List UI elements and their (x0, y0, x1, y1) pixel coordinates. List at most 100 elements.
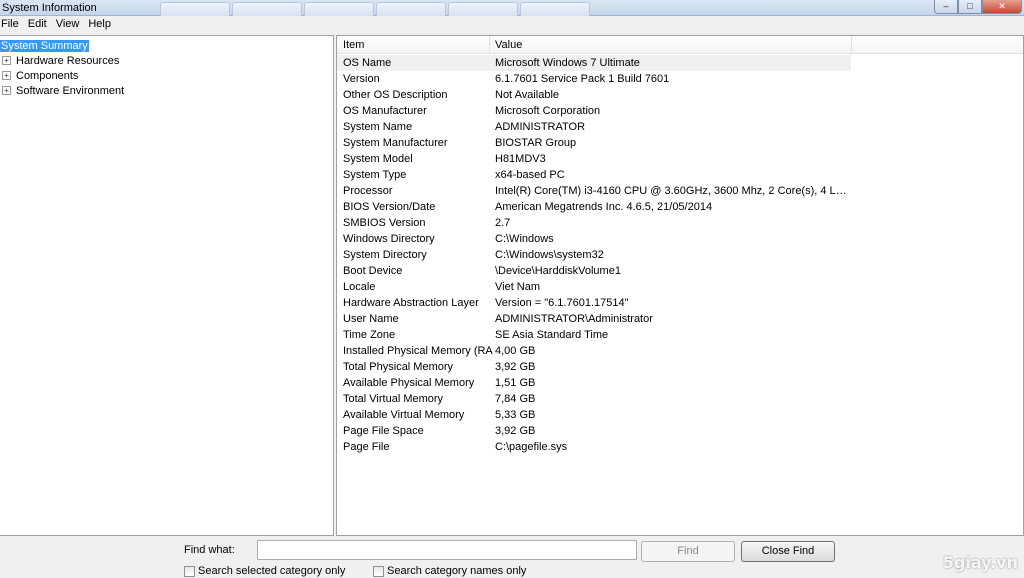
row-value: \Device\HarddiskVolume1 (495, 265, 621, 277)
row-value: BIOSTAR Group (495, 137, 577, 149)
table-row[interactable]: Page File C:\pagefile.sys (337, 439, 851, 455)
row-item: BIOS Version/Date (343, 201, 436, 213)
table-row[interactable]: OS Name Microsoft Windows 7 Ultimate (337, 55, 851, 71)
watermark-logo: 5giay.vn (942, 553, 1018, 572)
background-tab (448, 2, 518, 16)
find-button[interactable]: Find (641, 541, 735, 562)
find-label: Find what: (184, 544, 235, 556)
tree-item-label: Hardware Resources (16, 54, 120, 67)
row-item: Available Virtual Memory (343, 409, 465, 421)
menu-bar: File Edit View Help (0, 16, 1024, 34)
row-item: Other OS Description (343, 89, 448, 101)
table-row[interactable]: System Manufacturer BIOSTAR Group (337, 135, 851, 151)
table-row[interactable]: Total Physical Memory 3,92 GB (337, 359, 851, 375)
row-item: OS Manufacturer (343, 105, 427, 117)
row-value: C:\pagefile.sys (495, 441, 568, 453)
table-row[interactable]: BIOS Version/Date American Megatrends Inc… (337, 199, 851, 215)
row-value: Microsoft Windows 7 Ultimate (495, 57, 640, 69)
background-tab (376, 2, 446, 16)
background-taskbar-tabs (160, 0, 592, 16)
row-item: Processor (343, 185, 393, 197)
tree-item-label: Software Environment (16, 84, 125, 97)
expand-icon[interactable]: + (2, 56, 11, 65)
table-row[interactable]: User Name ADMINISTRATOR\Administrator (337, 311, 851, 327)
minimize-button[interactable]: – (934, 0, 958, 14)
table-row[interactable]: System Model H81MDV3 (337, 151, 851, 167)
table-row[interactable]: Total Virtual Memory 7,84 GB (337, 391, 851, 407)
tree-item-software-environment[interactable]: + Software Environment (2, 83, 124, 98)
table-row[interactable]: OS Manufacturer Microsoft Corporation (337, 103, 851, 119)
checkbox-box[interactable] (373, 565, 384, 577)
row-item: User Name (343, 313, 399, 325)
category-tree[interactable]: System Summary + Hardware Resources + Co… (0, 35, 334, 536)
menu-help[interactable]: Help (87, 16, 115, 34)
tree-item-hardware-resources[interactable]: + Hardware Resources (2, 53, 119, 68)
row-item: System Directory (343, 249, 427, 261)
maximize-button[interactable]: □ (958, 0, 982, 14)
table-row[interactable]: Processor Intel(R) Core(TM) i3-4160 CPU @… (337, 183, 851, 199)
background-tab (520, 2, 590, 16)
checkbox-box[interactable] (184, 565, 195, 577)
background-tab (304, 2, 374, 16)
table-row[interactable]: Windows Directory C:\Windows (337, 231, 851, 247)
menu-edit[interactable]: Edit (27, 16, 51, 34)
table-row[interactable]: Available Physical Memory 1,51 GB (337, 375, 851, 391)
row-item: Hardware Abstraction Layer (343, 297, 479, 309)
details-list[interactable]: Item Value OS Name Microsoft Windows 7 Ul… (336, 35, 1024, 536)
search-selected-category-checkbox[interactable]: Search selected category only (184, 565, 345, 577)
find-bar: Find what: Find Close Find Search select… (0, 536, 1024, 578)
column-divider[interactable] (489, 36, 490, 53)
table-row[interactable]: Installed Physical Memory (RAM) 4,00 GB (337, 343, 851, 359)
checkbox-label: Search category names only (387, 565, 527, 577)
row-value: 5,33 GB (495, 409, 536, 421)
column-header-item[interactable]: Item (343, 39, 364, 51)
expand-icon[interactable]: + (2, 71, 11, 80)
table-row[interactable]: SMBIOS Version 2.7 (337, 215, 851, 231)
column-divider[interactable] (851, 36, 852, 53)
title-bar[interactable]: System Information – □ ✕ (0, 0, 1024, 16)
row-value: 4,00 GB (495, 345, 536, 357)
tree-item-label: Components (16, 69, 79, 82)
tree-item-system-summary[interactable]: System Summary (0, 38, 89, 53)
row-value: Version = "6.1.7601.17514" (495, 297, 629, 309)
row-item: System Name (343, 121, 413, 133)
search-category-names-checkbox[interactable]: Search category names only (373, 565, 526, 577)
row-value: 6.1.7601 Service Pack 1 Build 7601 (495, 73, 670, 85)
row-item: System Type (343, 169, 407, 181)
table-row[interactable]: Boot Device \Device\HarddiskVolume1 (337, 263, 851, 279)
expand-icon[interactable]: + (2, 86, 11, 95)
table-row[interactable]: Other OS Description Not Available (337, 87, 851, 103)
menu-file[interactable]: File (0, 16, 23, 34)
row-item: Time Zone (343, 329, 396, 341)
window-title: System Information (2, 2, 97, 14)
row-value: H81MDV3 (495, 153, 546, 165)
row-value: 1,51 GB (495, 377, 536, 389)
column-header-row: Item Value (337, 36, 1023, 54)
column-header-value[interactable]: Value (495, 39, 522, 51)
row-item: Windows Directory (343, 233, 435, 245)
tree-item-components[interactable]: + Components (2, 68, 78, 83)
table-row[interactable]: Version 6.1.7601 Service Pack 1 Build 760… (337, 71, 851, 87)
table-row[interactable]: Page File Space 3,92 GB (337, 423, 851, 439)
row-value: C:\Windows\system32 (495, 249, 604, 261)
table-row[interactable]: System Type x64-based PC (337, 167, 851, 183)
checkbox-label: Search selected category only (198, 565, 346, 577)
table-row[interactable]: Locale Viet Nam (337, 279, 851, 295)
table-row[interactable]: Available Virtual Memory 5,33 GB (337, 407, 851, 423)
table-row[interactable]: System Name ADMINISTRATOR (337, 119, 851, 135)
row-value: 2.7 (495, 217, 511, 229)
close-find-button[interactable]: Close Find (741, 541, 835, 562)
row-value: 7,84 GB (495, 393, 536, 405)
find-input[interactable] (257, 540, 637, 560)
row-value: ADMINISTRATOR (495, 121, 586, 133)
table-row[interactable]: Hardware Abstraction Layer Version = "6.1… (337, 295, 851, 311)
row-value: SE Asia Standard Time (495, 329, 609, 341)
window-controls: – □ ✕ (934, 0, 1022, 14)
table-row[interactable]: Time Zone SE Asia Standard Time (337, 327, 851, 343)
close-button[interactable]: ✕ (982, 0, 1022, 14)
table-row[interactable]: System Directory C:\Windows\system32 (337, 247, 851, 263)
row-value: Viet Nam (495, 281, 541, 293)
row-value: American Megatrends Inc. 4.6.5, 21/05/20… (495, 201, 713, 213)
row-value: Microsoft Corporation (495, 105, 601, 117)
menu-view[interactable]: View (55, 16, 84, 34)
